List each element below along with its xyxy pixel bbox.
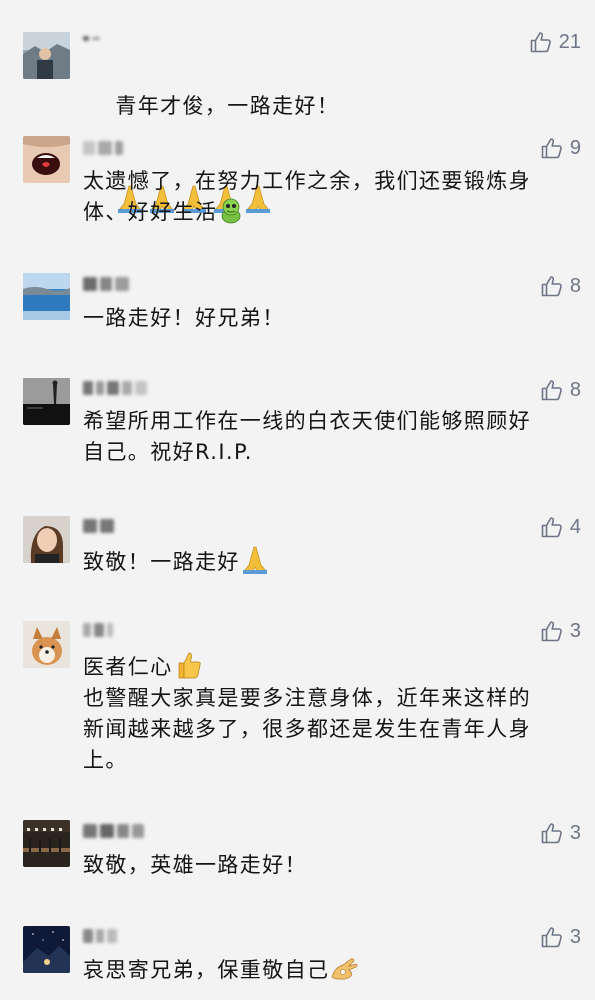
frog-icon <box>217 197 245 225</box>
comment-text: 希望所用工作在一线的白衣天使们能够照顾好 自己。祝好R.I.P. <box>83 409 531 464</box>
avatar[interactable] <box>23 136 70 183</box>
thumbs-up-outline-icon <box>540 821 564 845</box>
like-button[interactable]: 3 <box>540 821 581 845</box>
like-button[interactable]: 4 <box>540 515 581 539</box>
username[interactable] <box>83 821 144 841</box>
avatar[interactable] <box>23 516 70 563</box>
username[interactable] <box>83 516 114 536</box>
pray-icon <box>240 545 270 575</box>
comment-text: 太遗憾了，在努力工作之余，我们还要锻炼身 体、好好生活 <box>83 169 531 225</box>
thumbs-up-outline-icon <box>540 378 564 402</box>
thumbs-up-outline-icon <box>540 619 564 643</box>
comment-text: 致敬，英雄一路走好！ <box>83 853 307 877</box>
like-button[interactable]: 3 <box>540 925 581 949</box>
like-count: 3 <box>569 821 581 844</box>
avatar[interactable] <box>23 926 70 973</box>
like-count: 21 <box>558 30 581 53</box>
like-count: 8 <box>569 274 581 297</box>
like-button[interactable]: 8 <box>540 274 581 298</box>
ok-hand-icon <box>329 955 359 983</box>
like-button[interactable]: 21 <box>529 30 581 54</box>
username[interactable] <box>83 274 129 294</box>
username[interactable] <box>83 378 147 398</box>
like-button[interactable]: 8 <box>540 378 581 402</box>
avatar[interactable] <box>23 820 70 867</box>
thumbs-up-outline-icon <box>529 30 553 54</box>
comment-text: 一路走好！好兄弟！ <box>83 306 285 330</box>
avatar[interactable] <box>23 378 70 425</box>
thumbs-up-outline-icon <box>540 515 564 539</box>
comment-text: 哀思寄兄弟，保重敬自己 <box>83 955 583 986</box>
username[interactable] <box>83 620 113 640</box>
comment-text: 致敬！一路走好 <box>83 545 583 578</box>
username[interactable] <box>83 28 100 48</box>
like-button[interactable]: 9 <box>540 136 581 160</box>
avatar[interactable] <box>23 621 70 668</box>
like-count: 3 <box>569 619 581 642</box>
avatar[interactable] <box>23 32 70 79</box>
username[interactable] <box>83 138 123 158</box>
like-count: 4 <box>569 515 581 538</box>
avatar[interactable] <box>23 273 70 320</box>
thumbs-up-icon <box>173 650 203 680</box>
comment-text: 医者仁心 也警醒大家真是要多注意身体，近年来这样的 新闻越来越多了，很多都还是发… <box>83 650 583 776</box>
thumbs-up-outline-icon <box>540 274 564 298</box>
like-count: 8 <box>569 378 581 401</box>
thumbs-up-outline-icon <box>540 925 564 949</box>
like-count: 3 <box>569 925 581 948</box>
username[interactable] <box>83 926 117 946</box>
like-count: 9 <box>569 136 581 159</box>
like-button[interactable]: 3 <box>540 619 581 643</box>
thumbs-up-outline-icon <box>540 136 564 160</box>
